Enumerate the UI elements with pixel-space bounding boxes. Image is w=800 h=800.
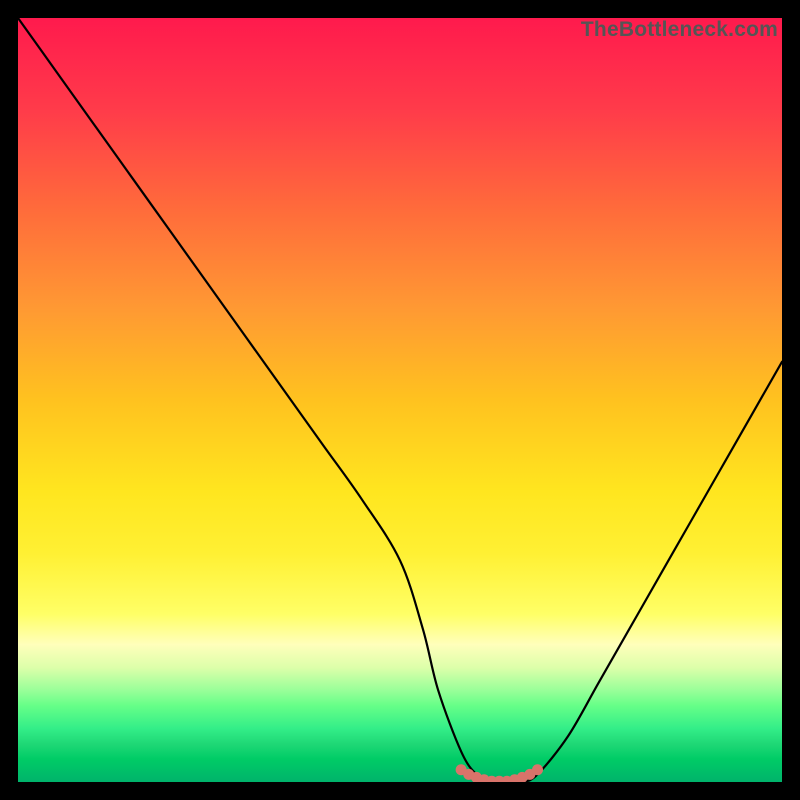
watermark-text: TheBottleneck.com (581, 18, 778, 42)
marker-dot (532, 764, 543, 775)
curve-svg (18, 18, 782, 782)
bottleneck-curve-line (18, 18, 782, 782)
chart-plot-area (18, 18, 782, 782)
